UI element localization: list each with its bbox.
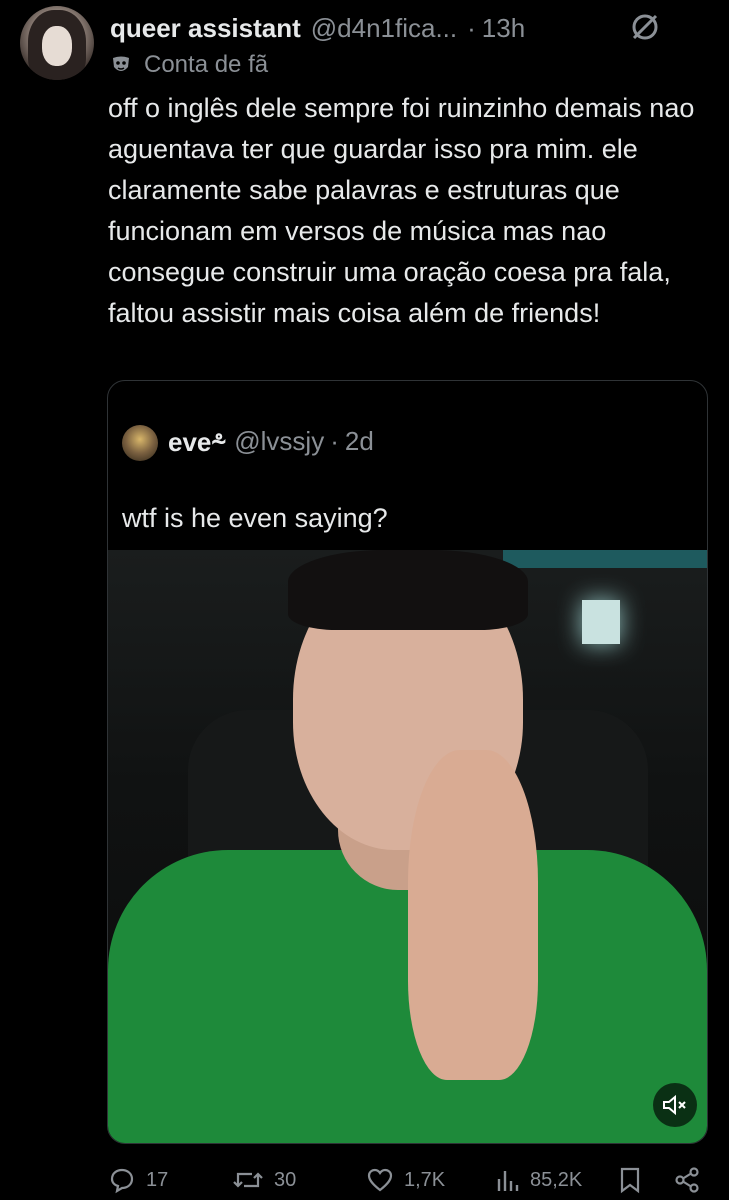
action-bar: 17 30 1,7K 85,2K [108, 1160, 718, 1200]
quoted-header: eve⸛ @lvssjy · 2d [168, 421, 374, 461]
avatar-face [42, 26, 72, 66]
retweet-action[interactable]: 30 [232, 1160, 296, 1200]
separator-dot: · [467, 12, 476, 43]
mask-icon [113, 56, 129, 71]
share-action[interactable] [673, 1160, 711, 1200]
video-hands [408, 750, 538, 1080]
quoted-text: wtf is he even saying? [122, 503, 388, 533]
video-window-light [582, 600, 620, 644]
quoted-display-name[interactable]: eve⸛ [168, 423, 226, 459]
retweet-count: 30 [274, 1168, 297, 1191]
user-handle[interactable]: @d4n1fica... [311, 13, 457, 44]
views-action[interactable]: 85,2K [496, 1160, 582, 1200]
quoted-tweet[interactable]: eve⸛ @lvssjy · 2d wtf is he even saying? [107, 380, 708, 1144]
reply-action[interactable]: 17 [108, 1160, 168, 1200]
quoted-separator-dot: · [330, 425, 339, 456]
more-options-icon[interactable] [670, 8, 710, 48]
reply-icon [110, 1168, 134, 1194]
tweet-time[interactable]: 13h [482, 13, 525, 44]
quoted-time[interactable]: 2d [345, 426, 374, 457]
mute-button[interactable] [653, 1083, 697, 1127]
video-teal-light [503, 550, 707, 568]
quoted-avatar[interactable] [122, 425, 158, 461]
grok-icon[interactable] [628, 10, 662, 44]
like-action[interactable]: 1,7K [366, 1160, 445, 1200]
fan-account-label-row: Conta de fã [110, 50, 268, 80]
tweet-header: queer assistant @d4n1fica... · 13h [110, 8, 710, 48]
heart-icon [367, 1168, 393, 1192]
video-player[interactable] [108, 550, 707, 1143]
fan-account-label: Conta de fã [144, 51, 269, 78]
tweet-text: off o inglês dele sempre foi ruinzinho d… [108, 93, 695, 328]
share-icon [675, 1167, 699, 1193]
reply-count: 17 [146, 1168, 169, 1191]
bookmark-icon [620, 1167, 640, 1194]
quoted-handle[interactable]: @lvssjy [234, 426, 324, 457]
views-chart-icon [497, 1171, 519, 1191]
retweet-icon [233, 1172, 263, 1188]
video-hair [288, 550, 528, 630]
bookmark-action[interactable] [618, 1160, 652, 1200]
avatar[interactable] [20, 6, 94, 80]
speaker-muted-icon [663, 1094, 686, 1116]
views-count: 85,2K [530, 1168, 583, 1191]
like-count: 1,7K [404, 1168, 446, 1191]
display-name[interactable]: queer assistant [110, 13, 301, 44]
